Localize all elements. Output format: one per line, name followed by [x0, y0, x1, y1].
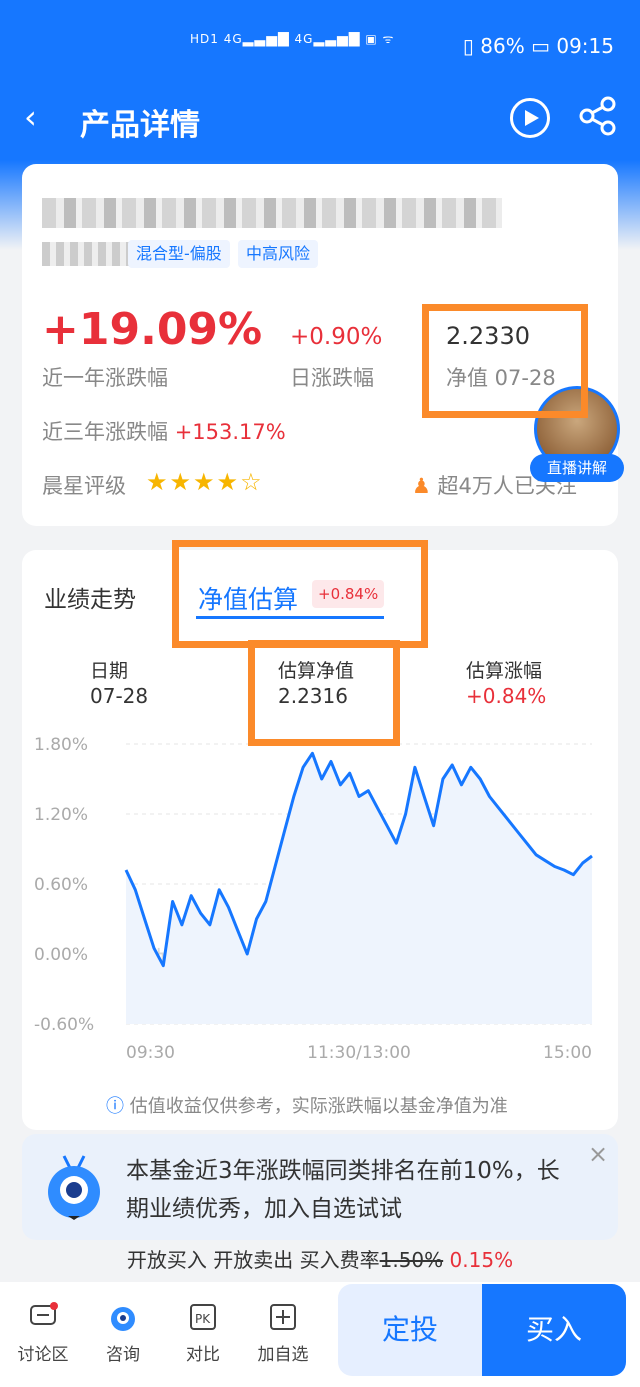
date-value: 07-28 [90, 684, 149, 708]
add-label: 加自选 [257, 1345, 309, 1365]
svg-text:PK: PK [195, 1312, 211, 1326]
status-right: ▯ 86% ▭ 09:15 [463, 34, 614, 58]
fund-name-blurred [42, 198, 502, 228]
fund-type-tag: 混合型-偏股 [128, 240, 230, 268]
compare-label: 对比 [186, 1345, 220, 1365]
discuss-button[interactable]: 讨论区 [8, 1302, 78, 1365]
x-tick-label: 11:30/13:00 [307, 1043, 411, 1060]
highlight-box-tab [172, 540, 428, 648]
fee-label: 买入费率 [299, 1248, 380, 1272]
fund-code-blurred [42, 242, 132, 266]
rating-label: 晨星评级 [42, 474, 126, 498]
rating-stars: ★★★★☆ [146, 468, 264, 496]
play-icon[interactable] [510, 98, 550, 138]
mascot-small-icon [111, 1307, 135, 1331]
col-date-label: 日期 [90, 660, 129, 682]
est-ret-value: +0.84% [466, 684, 547, 708]
status-bar: HD1 4G▂▃▅▇ 4G▂▃▅▇ ▣ ᯤ ▯ 86% ▭ 09:15 [0, 0, 640, 76]
info-icon: ⓘ [106, 1096, 124, 1117]
notice-text: 本基金近3年涨跌幅同类排名在前10%，长期业绩优秀，加入自选试试 [126, 1158, 560, 1222]
y-tick-label: 1.20% [34, 805, 88, 825]
fee-new: 0.15% [449, 1248, 514, 1272]
year-return: +19.09% [42, 304, 263, 355]
three-year-label: 近三年涨跌幅 [42, 420, 168, 444]
buy-button[interactable]: 买入 [482, 1284, 626, 1376]
y-tick-label: 1.80% [34, 735, 88, 755]
battery-percent: 86% [480, 34, 525, 58]
day-return-label: 日涨跌幅 [290, 366, 374, 390]
vibrate-icon: ▯ [462, 34, 474, 58]
clock: 09:15 [556, 34, 614, 58]
network-indicators: HD1 4G▂▃▅▇ 4G▂▃▅▇ ▣ ᯤ [190, 31, 395, 47]
highlight-box-nav [422, 304, 588, 418]
fixed-invest-button[interactable]: 定投 [338, 1284, 482, 1376]
three-year-return: 近三年涨跌幅 +153.17% [42, 416, 286, 446]
compare-button[interactable]: PK 对比 [168, 1302, 238, 1365]
open-sell: 开放卖出 [213, 1248, 294, 1272]
battery-icon: ▭ [531, 34, 550, 58]
x-tick-label: 15:00 [543, 1043, 592, 1060]
y-tick-label: 0.60% [34, 875, 88, 895]
intraday-chart[interactable]: 1.80%1.20%0.60%0.00%-0.60%蚂蚁基金09:3011:30… [22, 720, 618, 1060]
trade-info: 开放买入 开放卖出 买入费率1.50% 0.15% [0, 1244, 640, 1273]
tip-text: 估值收益仅供参考，实际涨跌幅以基金净值为准 [129, 1096, 508, 1117]
consult-label: 咨询 [106, 1345, 140, 1365]
back-icon[interactable]: ‹ [24, 98, 37, 136]
add-watch-button[interactable]: 加自选 [248, 1302, 318, 1365]
notice-toast[interactable]: 本基金近3年涨跌幅同类排名在前10%，长期业绩优秀，加入自选试试 × [22, 1134, 618, 1240]
three-year-value: +153.17% [174, 420, 286, 444]
year-return-label: 近一年涨跌幅 [42, 366, 168, 390]
user-icon: ♟ [412, 474, 431, 498]
estimate-tip: ⓘ 估值收益仅供参考，实际涨跌幅以基金净值为准 [106, 1092, 508, 1118]
highlight-box-est [248, 640, 400, 746]
y-tick-label: -0.60% [34, 1015, 94, 1035]
fee-old: 1.50% [379, 1248, 444, 1272]
pk-icon: PK [190, 1304, 216, 1330]
page-title: 产品详情 [80, 108, 200, 143]
discuss-label: 讨论区 [17, 1345, 69, 1365]
x-tick-label: 09:30 [126, 1043, 175, 1060]
risk-tag: 中高风险 [238, 240, 319, 268]
bottom-bar: 讨论区 咨询 PK 对比 加自选 定投 买入 [0, 1282, 640, 1387]
star-empty-icon: ☆ [240, 468, 264, 496]
open-buy: 开放买入 [126, 1248, 207, 1272]
share-icon[interactable] [578, 96, 618, 140]
add-icon [270, 1304, 296, 1330]
star-icon: ★★★★ [146, 468, 241, 496]
chat-icon [30, 1302, 58, 1325]
nav-bar: ‹ 产品详情 [0, 76, 640, 166]
consult-button[interactable]: 咨询 [88, 1302, 158, 1365]
y-tick-label: 0.00% [34, 945, 88, 965]
live-button[interactable]: 直播讲解 [530, 454, 624, 482]
mascot-icon [48, 1155, 100, 1220]
day-return: +0.90% [290, 324, 383, 350]
tab-performance[interactable]: 业绩走势 [44, 580, 136, 614]
close-icon[interactable]: × [588, 1140, 608, 1168]
col-est-ret-label: 估算涨幅 [466, 660, 543, 682]
